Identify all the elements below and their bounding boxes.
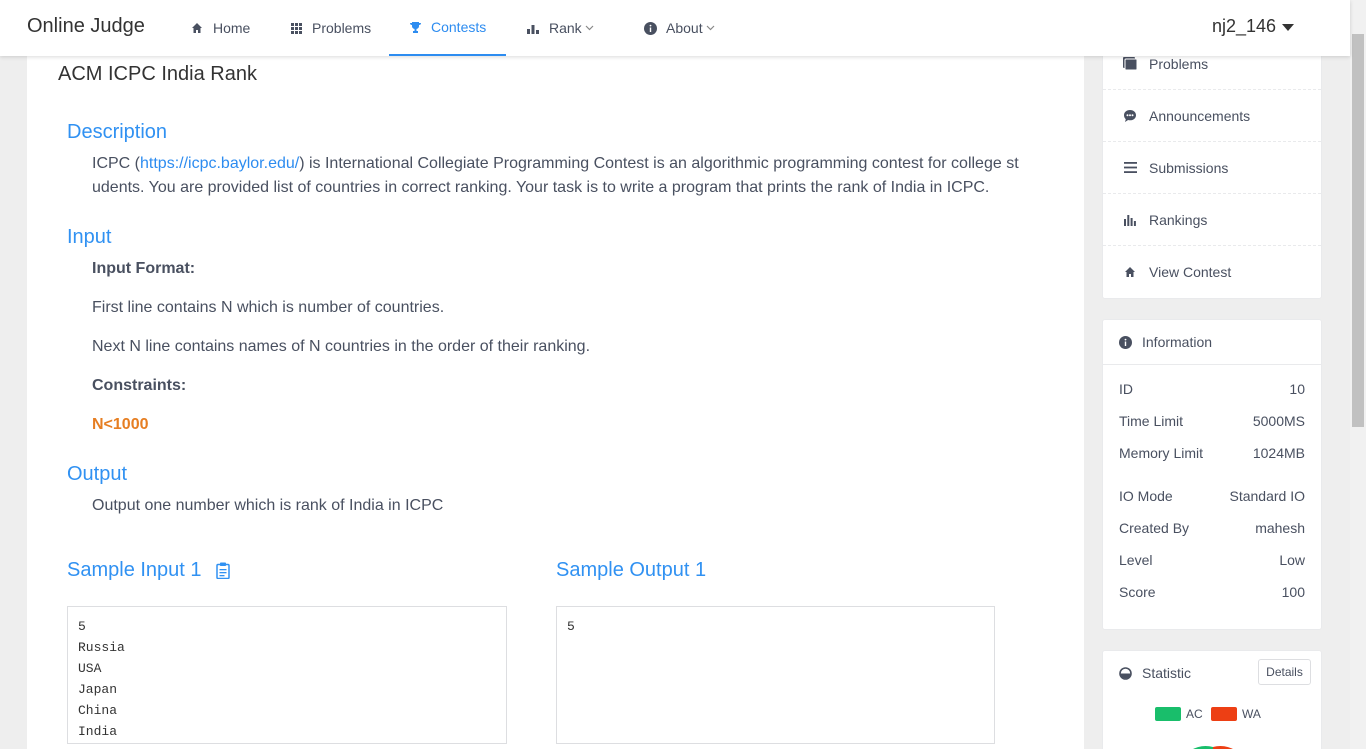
menu-problems-label: Problems bbox=[1149, 55, 1209, 72]
output-title: Output bbox=[67, 463, 128, 485]
output-text: Output one number which is rank of India… bbox=[92, 497, 444, 514]
nav-contests[interactable]: Contests bbox=[389, 0, 506, 56]
info-label: Time Limit bbox=[1119, 413, 1184, 429]
input-title: Input bbox=[67, 226, 112, 248]
input-line2: Next N line contains names of N countrie… bbox=[92, 338, 591, 355]
info-row-id: ID 10 bbox=[1119, 381, 1305, 397]
statistic-header: Statistic bbox=[1119, 665, 1191, 681]
problem-card: ACM ICPC India Rank Description ICPC (ht… bbox=[27, 56, 1084, 749]
menu-view-contest[interactable]: View Contest bbox=[1103, 246, 1321, 298]
information-card: Information ID 10 Time Limit 5000MS Memo… bbox=[1102, 319, 1322, 630]
grid-icon bbox=[289, 21, 303, 35]
info-row-memory-limit: Memory Limit 1024MB bbox=[1119, 445, 1305, 461]
info-label: Memory Limit bbox=[1119, 445, 1204, 461]
information-header: Information bbox=[1119, 334, 1212, 350]
chat-icon bbox=[1123, 109, 1137, 123]
information-title: Information bbox=[1142, 334, 1213, 350]
info-value: 10 bbox=[1289, 381, 1305, 397]
info-value: 5000MS bbox=[1252, 413, 1305, 429]
bar-chart-icon bbox=[1123, 213, 1137, 227]
legend-swatch-wa bbox=[1211, 707, 1237, 721]
sample-input-box[interactable]: 5 Russia USA Japan China India bbox=[67, 606, 507, 744]
menu-announcements-label: Announcements bbox=[1149, 107, 1251, 124]
menu-view-contest-label: View Contest bbox=[1149, 264, 1232, 280]
username: nj2_146 bbox=[1212, 16, 1277, 36]
list-icon bbox=[1123, 161, 1137, 175]
statistic-title: Statistic bbox=[1142, 665, 1192, 681]
statistic-card: Statistic Details AC WA bbox=[1102, 650, 1322, 749]
legend-label-wa: WA bbox=[1242, 707, 1261, 721]
description-post: ) is International Collegiate Programmin… bbox=[299, 155, 1019, 172]
book-icon bbox=[1123, 57, 1137, 71]
sample-output-box[interactable]: 5 bbox=[556, 606, 995, 744]
divider bbox=[1103, 364, 1321, 365]
home-icon bbox=[190, 21, 204, 35]
pie-chart-icon bbox=[1119, 666, 1132, 680]
legend-label-ac: AC bbox=[1186, 707, 1203, 721]
info-value: 100 bbox=[1281, 584, 1305, 600]
info-icon bbox=[643, 21, 657, 35]
info-label: IO Mode bbox=[1119, 488, 1173, 504]
details-button[interactable]: Details bbox=[1258, 659, 1311, 685]
nav-about-label: About bbox=[666, 20, 703, 36]
nav-home[interactable]: Home bbox=[190, 0, 250, 56]
legend-wa[interactable]: WA bbox=[1211, 707, 1261, 721]
info-value: mahesh bbox=[1255, 520, 1305, 536]
menu-rankings[interactable]: Rankings bbox=[1103, 194, 1321, 246]
constraint-value: N<1000 bbox=[92, 416, 149, 433]
nav-problems-label: Problems bbox=[312, 20, 372, 36]
legend-swatch-ac bbox=[1155, 707, 1181, 721]
info-label: Level bbox=[1119, 552, 1153, 568]
chevron-down-icon bbox=[585, 23, 594, 34]
bar-chart-icon bbox=[526, 21, 540, 35]
info-icon bbox=[1119, 335, 1132, 349]
page-scrollbar[interactable] bbox=[1350, 0, 1366, 749]
info-label: Created By bbox=[1119, 520, 1190, 536]
top-navbar: Online Judge Home Problems Contests Rank… bbox=[0, 0, 1350, 56]
user-menu[interactable]: nj2_146 bbox=[1212, 16, 1295, 37]
info-label: ID bbox=[1119, 381, 1133, 397]
home-icon bbox=[1123, 265, 1137, 279]
menu-submissions-label: Submissions bbox=[1149, 159, 1229, 176]
constraints-label: Constraints: bbox=[92, 377, 187, 394]
statistic-pie-chart bbox=[1193, 746, 1233, 749]
description-line2: udents. You are provided list of countri… bbox=[92, 179, 990, 196]
nav-rank[interactable]: Rank bbox=[526, 0, 594, 56]
sample-output-title: Sample Output 1 bbox=[556, 559, 707, 581]
legend-ac[interactable]: AC bbox=[1155, 707, 1203, 721]
info-value: 1024MB bbox=[1252, 445, 1305, 461]
info-row-created-by: Created By mahesh bbox=[1119, 520, 1305, 536]
info-row-time-limit: Time Limit 5000MS bbox=[1119, 413, 1305, 429]
scrollbar-thumb[interactable] bbox=[1352, 34, 1364, 427]
description-text: ICPC (https://icpc.baylor.edu/) is Inter… bbox=[92, 152, 1062, 200]
info-label: Score bbox=[1119, 584, 1156, 600]
menu-submissions[interactable]: Submissions bbox=[1103, 142, 1321, 194]
problem-title: ACM ICPC India Rank bbox=[58, 63, 257, 85]
menu-rankings-label: Rankings bbox=[1149, 211, 1208, 228]
info-value: Standard IO bbox=[1229, 488, 1306, 504]
description-title: Description bbox=[67, 121, 168, 143]
contest-menu-card: Problems Announcements Submissions Ranki… bbox=[1102, 37, 1322, 299]
app-logo[interactable]: Online Judge bbox=[27, 15, 145, 38]
caret-down-icon bbox=[1282, 24, 1295, 31]
info-row-level: Level Low bbox=[1119, 552, 1305, 568]
chevron-down-icon bbox=[706, 23, 715, 34]
nav-problems[interactable]: Problems bbox=[289, 0, 371, 56]
nav-contests-label: Contests bbox=[431, 19, 487, 35]
trophy-icon bbox=[408, 20, 422, 34]
nav-home-label: Home bbox=[213, 20, 251, 36]
input-line1: First line contains N which is number of… bbox=[92, 299, 445, 316]
info-row-score: Score 100 bbox=[1119, 584, 1305, 600]
info-value: Low bbox=[1279, 552, 1305, 568]
menu-announcements[interactable]: Announcements bbox=[1103, 90, 1321, 142]
input-format-label: Input Format: bbox=[92, 260, 196, 277]
nav-about[interactable]: About bbox=[643, 0, 715, 56]
description-pre: ICPC ( bbox=[92, 155, 140, 172]
sample-input-title: Sample Input 1 bbox=[67, 559, 202, 581]
nav-rank-label: Rank bbox=[549, 20, 582, 36]
info-row-io-mode: IO Mode Standard IO bbox=[1119, 488, 1305, 504]
sample-input-heading: Sample Input 1 bbox=[67, 559, 230, 582]
icpc-link[interactable]: https://icpc.baylor.edu/ bbox=[140, 155, 299, 172]
clipboard-icon[interactable] bbox=[215, 562, 230, 579]
